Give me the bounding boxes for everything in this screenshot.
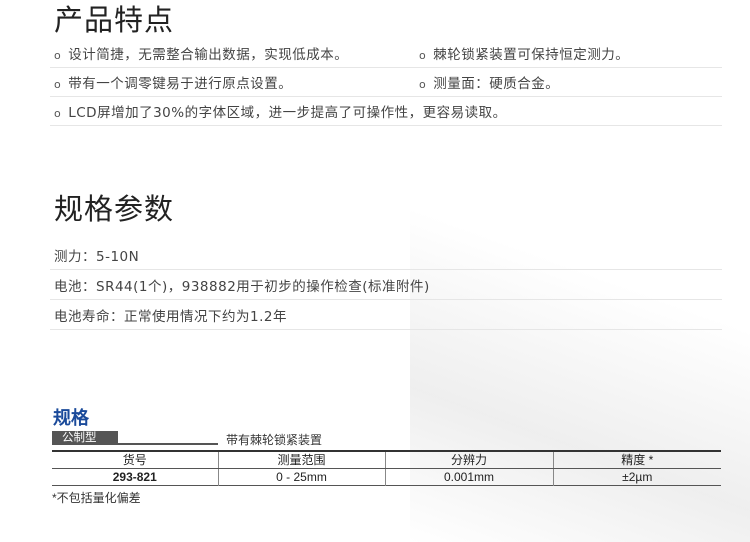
tag-underline <box>52 443 218 445</box>
cell-accuracy: ±2µm <box>552 468 721 486</box>
bullet-icon: o <box>54 107 62 120</box>
ratchet-note: 带有棘轮锁紧装置 <box>226 433 323 447</box>
spec-row: 测力：5-10N <box>50 239 722 270</box>
header-accuracy: 精度 * <box>552 451 721 469</box>
feature-item: o 棘轮锁紧装置可保持恒定测力。 <box>419 47 630 63</box>
table-header-row: 货号 测量范围 分辨力 精度 * <box>52 451 721 469</box>
feature-item: o 设计简捷，无需整合输出数据，实现低成本。 <box>54 47 349 63</box>
feature-row: o LCD屏增加了30%的字体区域，进一步提高了可操作性，更容易读取。 <box>50 96 722 126</box>
header-item-no: 货号 <box>52 451 218 469</box>
specs-title: 规格参数 <box>54 192 175 226</box>
spec-row: 电池寿命：正常使用情况下约为1.2年 <box>50 299 722 330</box>
spec-table: 货号 测量范围 分辨力 精度 * 293-821 0 - 25mm 0.001m… <box>52 450 721 486</box>
table-title: 规格 <box>53 408 89 428</box>
feature-item: o 测量面：硬质合金。 <box>419 76 560 92</box>
footnote: *不包括量化偏差 <box>52 491 141 505</box>
bullet-icon: o <box>419 78 427 91</box>
feature-item: o LCD屏增加了30%的字体区域，进一步提高了可操作性，更容易读取。 <box>54 105 507 121</box>
feature-item: o 带有一个调零键易于进行原点设置。 <box>54 76 293 92</box>
feature-row: o 设计简捷，无需整合输出数据，实现低成本。 o 棘轮锁紧装置可保持恒定测力。 <box>50 38 722 68</box>
bullet-icon: o <box>54 49 62 62</box>
spec-row: 电池：SR44(1个)，938882用于初步的操作检查(标准附件) <box>50 269 722 300</box>
features-title: 产品特点 <box>54 3 175 37</box>
table-row: 293-821 0 - 25mm 0.001mm ±2µm <box>52 468 721 486</box>
bullet-icon: o <box>54 78 62 91</box>
header-resolution: 分辨力 <box>384 451 553 469</box>
header-range: 测量范围 <box>217 451 385 469</box>
cell-range: 0 - 25mm <box>217 468 385 486</box>
bullet-icon: o <box>419 49 427 62</box>
cell-resolution: 0.001mm <box>384 468 553 486</box>
cell-item-no: 293-821 <box>112 470 157 484</box>
feature-row: o 带有一个调零键易于进行原点设置。 o 测量面：硬质合金。 <box>50 67 722 97</box>
